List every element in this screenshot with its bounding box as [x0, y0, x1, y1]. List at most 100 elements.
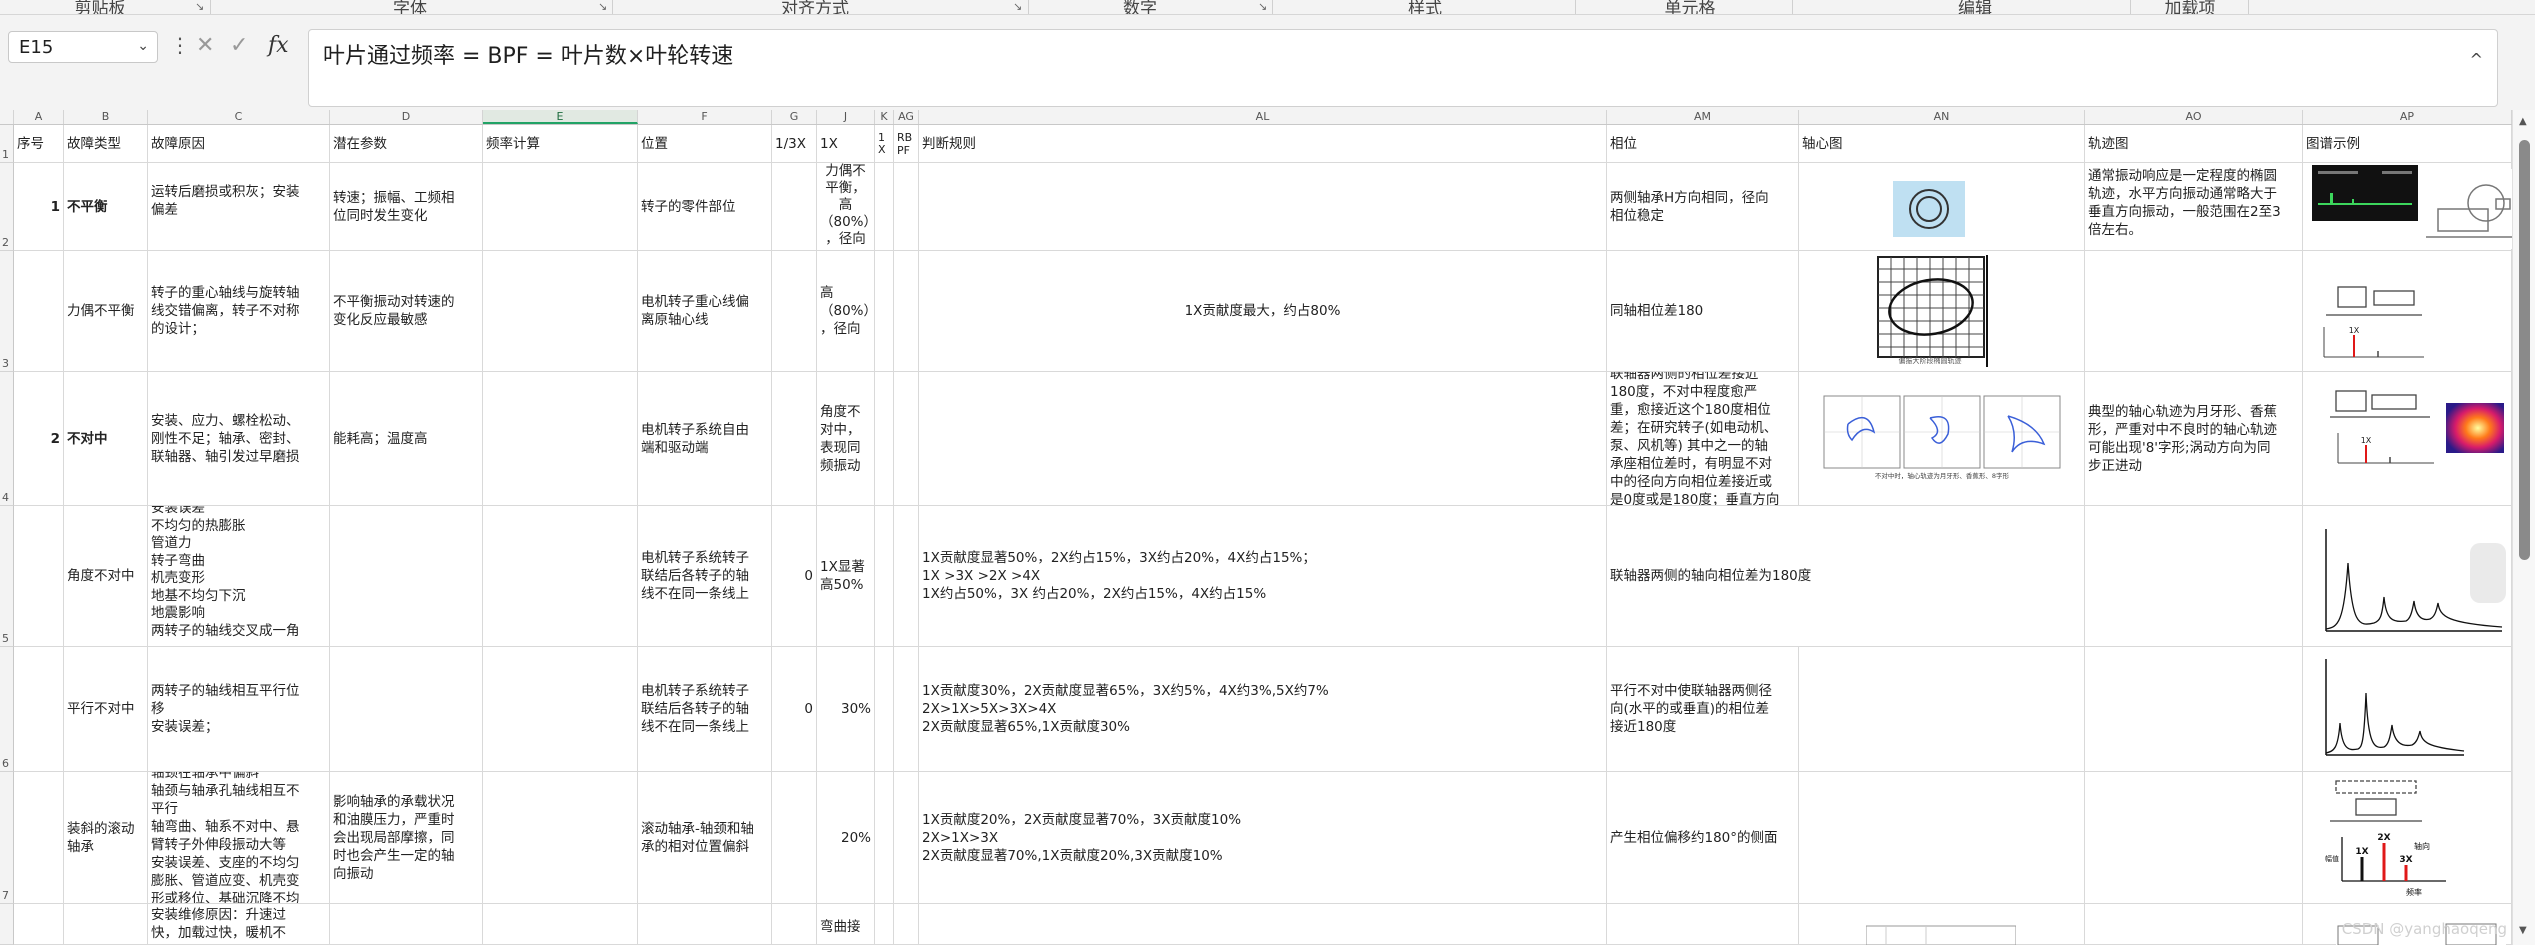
ribbon-group-editing[interactable]: 编辑 [1958, 0, 1992, 14]
table-cell[interactable]: 转速；振幅、工频相 位同时发生变化 [330, 163, 483, 251]
table-cell[interactable] [919, 372, 1607, 506]
table-cell[interactable]: 安装维修原因：升速过 快，加载过快，暖机不 [148, 904, 330, 945]
table-cell[interactable]: 平行不对中使联轴器两侧径 向(水平的或垂直)的相位差 接近180度 [1607, 647, 1799, 772]
column-header[interactable]: AL [919, 110, 1607, 124]
table-cell[interactable] [2085, 647, 2303, 772]
table-cell[interactable]: 角度不对中 [64, 506, 148, 647]
misalignment-sketch-image[interactable]: 1X [2318, 265, 2430, 365]
column-header[interactable]: D [330, 110, 483, 124]
table-cell[interactable]: 转子的重心轴线与旋转轴 线交错偏离，转子不对称 的设计； [148, 251, 330, 372]
row-header[interactable]: 4 [0, 372, 14, 506]
column-header[interactable]: A [14, 110, 64, 124]
ribbon-group-number[interactable]: 数字 [1123, 0, 1157, 14]
row-header[interactable]: 2 [0, 163, 14, 251]
table-cell[interactable]: 产生相位偏移约180°的侧面 [1607, 772, 1799, 904]
table-cell[interactable]: 高 （80%） ，径向 [817, 251, 875, 372]
thermal-image[interactable] [2446, 403, 2504, 453]
table-cell[interactable] [483, 772, 638, 904]
table-cell[interactable]: 联轴器两侧的相位差接近 180度，不对中程度愈严 重，愈接近这个180度相位 差… [1607, 372, 1799, 506]
more-options-icon[interactable]: ⋮ [170, 33, 190, 57]
table-cell[interactable] [483, 163, 638, 251]
table-cell[interactable] [772, 372, 817, 506]
table-cell[interactable] [14, 251, 64, 372]
table-cell[interactable]: 1X贡献度20%，2X贡献度显著70%，3X贡献度10% 2X>1X>3X 2X… [919, 772, 1607, 904]
dialog-launcher-icon[interactable]: ↘ [1013, 0, 1024, 13]
row-header[interactable]: 7 [0, 772, 14, 904]
table-cell[interactable] [919, 163, 1607, 251]
table-cell[interactable] [772, 163, 817, 251]
table-cell[interactable]: 2 [14, 372, 64, 506]
table-cell[interactable]: 0 [772, 647, 817, 772]
ribbon-group-cells[interactable]: 单元格 [1665, 0, 1716, 14]
column-header[interactable]: AG [894, 110, 919, 124]
table-cell[interactable]: 通常振动响应是一定程度的椭圆 轨迹，水平方向振动通常略大于 垂直方向振动，一般范… [2085, 163, 2303, 251]
table-cell[interactable]: 1X贡献度30%，2X贡献度显著65%，3X约5%，4X约3%,5X约7% 2X… [919, 647, 1607, 772]
column-header[interactable]: J [817, 110, 875, 124]
table-cell[interactable] [330, 506, 483, 647]
table-header-cell[interactable]: 1/3X [772, 125, 817, 163]
dialog-launcher-icon[interactable]: ↘ [195, 0, 206, 13]
table-cell[interactable]: 同轴相位差180 [1607, 251, 1799, 372]
table-cell[interactable]: 角度不 对中， 表现同 频振动 [817, 372, 875, 506]
name-box[interactable]: E15 ⌄ [8, 31, 158, 63]
table-cell[interactable] [875, 772, 894, 904]
table-cell[interactable]: 平行不对中 [64, 647, 148, 772]
table-cell[interactable]: 20% [817, 772, 875, 904]
table-cell[interactable]: 两转子的轴线相互平行位 移 安装误差； [148, 647, 330, 772]
table-cell[interactable]: 安装、应力、螺栓松动、 刚性不足；轴承、密封、 联轴器、轴引发过早磨损 [148, 372, 330, 506]
column-header[interactable]: AM [1607, 110, 1799, 124]
table-cell[interactable]: 影响轴承的承载状况 和油膜压力，严重时 会出现局部摩擦，同 时也会产生一定的轴 … [330, 772, 483, 904]
table-header-cell[interactable]: 故障类型 [64, 125, 148, 163]
row-header[interactable]: 5 [0, 506, 14, 647]
table-cell[interactable]: 1X显著 高50% [817, 506, 875, 647]
table-cell[interactable] [2085, 251, 2303, 372]
table-cell[interactable] [875, 251, 894, 372]
table-cell[interactable] [483, 904, 638, 945]
scroll-down-icon[interactable]: ▼ [2519, 925, 2527, 936]
table-cell[interactable]: 电机转子系统转子 联结后各转子的轴 线不在同一条线上 [638, 647, 772, 772]
table-cell[interactable] [894, 904, 919, 945]
table-header-cell[interactable]: 故障原因 [148, 125, 330, 163]
table-cell[interactable] [14, 647, 64, 772]
collapse-formula-bar-icon[interactable]: ^ [2470, 50, 2483, 69]
table-cell[interactable] [14, 904, 64, 945]
table-header-cell[interactable]: 图谱示例 [2303, 125, 2512, 163]
table-cell[interactable]: 运转后磨损或积灰；安装 偏差 [148, 163, 330, 251]
ribbon-group-styles[interactable]: 样式 [1408, 0, 1442, 14]
table-cell[interactable] [64, 904, 148, 945]
column-header[interactable]: B [64, 110, 148, 124]
table-cell[interactable]: 1X贡献度最大，约占80% [919, 251, 1607, 372]
machine-sketch-image[interactable] [2426, 169, 2512, 249]
ribbon-group-font[interactable]: 字体 [393, 0, 427, 14]
table-cell[interactable] [894, 506, 919, 647]
table-cell[interactable] [483, 647, 638, 772]
table-cell[interactable] [894, 772, 919, 904]
table-cell[interactable] [875, 904, 894, 945]
column-header[interactable]: K [875, 110, 894, 124]
parallel-misalignment-spectrum-image[interactable] [2318, 653, 2468, 765]
partial-image[interactable] [1866, 922, 2016, 945]
table-cell[interactable] [483, 251, 638, 372]
table-cell[interactable]: 30% [817, 647, 875, 772]
table-cell[interactable]: 联轴器两侧的轴向相位差为180度 [1607, 506, 2085, 647]
table-cell[interactable] [638, 904, 772, 945]
table-header-cell[interactable]: 频率计算 [483, 125, 638, 163]
table-cell[interactable]: 1X贡献度显著50%，2X约占15%，3X约占20%，4X约占15%； 1X >… [919, 506, 1607, 647]
orbit-image[interactable] [1893, 181, 1965, 237]
table-cell[interactable] [330, 904, 483, 945]
table-header-cell[interactable]: 相位 [1607, 125, 1799, 163]
vertical-scrollbar[interactable]: ▲ ▼ [2512, 110, 2535, 945]
table-cell[interactable] [875, 647, 894, 772]
table-cell[interactable]: 两侧轴承H方向相同，径向 相位稳定 [1607, 163, 1799, 251]
table-cell[interactable]: 能耗高；温度高 [330, 372, 483, 506]
table-cell[interactable] [1799, 772, 2085, 904]
table-header-cell[interactable]: 轴心图 [1799, 125, 2085, 163]
table-cell[interactable]: 电机转子系统转子 联结后各转子的轴 线不在同一条线上 [638, 506, 772, 647]
table-cell[interactable]: 转子的零件部位 [638, 163, 772, 251]
table-cell[interactable]: 弯曲接 [817, 904, 875, 945]
table-cell[interactable] [772, 772, 817, 904]
misalignment-spectrum-image[interactable]: 1X [2326, 377, 2438, 473]
table-cell[interactable] [330, 647, 483, 772]
table-cell[interactable] [919, 904, 1607, 945]
table-cell[interactable] [772, 904, 817, 945]
